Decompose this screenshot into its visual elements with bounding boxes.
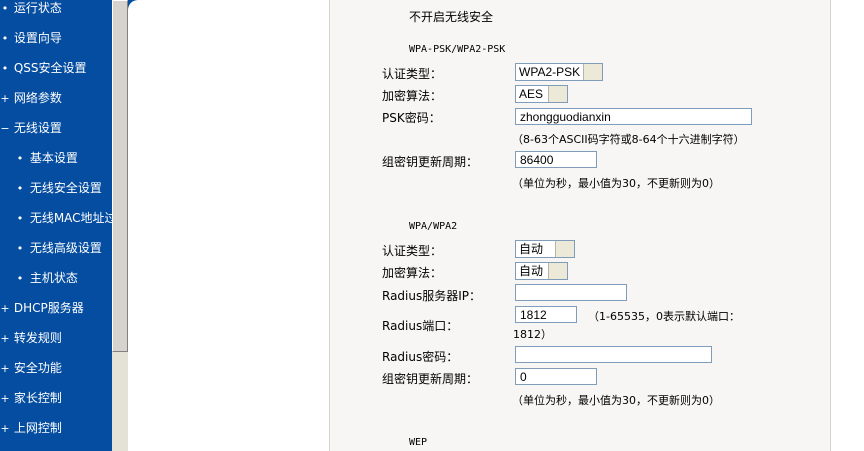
corner-decoration bbox=[128, 0, 138, 10]
sidebar-item-label: 上网控制 bbox=[13, 421, 62, 435]
radius-port-hint: （1-65535，0表示默认端口： bbox=[588, 310, 740, 323]
radius-port-label: Radius端口： bbox=[382, 319, 459, 333]
sidebar-item-dhcp[interactable]: + DHCP服务器 bbox=[0, 293, 84, 323]
wpa-group-key-input[interactable]: 0 bbox=[515, 368, 597, 385]
expand-icon: + bbox=[0, 302, 10, 315]
sidebar-item-label: 无线高级设置 bbox=[29, 241, 102, 255]
collapse-icon: − bbox=[0, 122, 10, 135]
expand-icon: + bbox=[0, 332, 10, 345]
psk-group-key-hint: （单位为秒，最小值为30，不更新则为0） bbox=[512, 177, 720, 190]
sidebar-item-security[interactable]: + 安全功能 bbox=[0, 353, 62, 383]
bullet-icon: • bbox=[1, 62, 9, 75]
sidebar-menu: • 运行状态 • 设置向导 • QSS安全设置 + 网络参数 − 无线设置 • … bbox=[0, 0, 112, 451]
sidebar-item-wireless-advanced[interactable]: • 无线高级设置 bbox=[14, 233, 102, 263]
psk-auth-type-select[interactable]: WPA2-PSK bbox=[515, 63, 603, 81]
select-value: AES bbox=[519, 87, 544, 101]
psk-encryption-select[interactable]: AES bbox=[515, 85, 568, 103]
select-value: WPA2-PSK bbox=[519, 65, 581, 79]
sidebar-item-qss[interactable]: • QSS安全设置 bbox=[0, 53, 87, 83]
sidebar-item-label: 基本设置 bbox=[29, 151, 78, 165]
sidebar-item-wireless-security[interactable]: • 无线安全设置 bbox=[14, 173, 102, 203]
radius-port-input[interactable]: 1812 bbox=[515, 306, 577, 323]
scrollbar-thumb[interactable] bbox=[112, 0, 128, 352]
wpa-section-title: WPA/WPA2 bbox=[409, 221, 458, 232]
wpa-group-key-label: 组密钥更新周期： bbox=[382, 372, 479, 386]
sidebar-item-label: 无线安全设置 bbox=[29, 181, 102, 195]
radius-password-input[interactable] bbox=[515, 346, 712, 363]
radius-port-hint-default: 1812） bbox=[513, 328, 552, 341]
sidebar-item-run-status[interactable]: • 运行状态 bbox=[0, 0, 62, 23]
psk-password-hint: （8-63个ASCII码字符或8-64个十六进制字符） bbox=[512, 133, 745, 146]
dropdown-button[interactable] bbox=[555, 241, 574, 257]
select-value: 自动 bbox=[519, 264, 544, 278]
wpa-encryption-label: 加密算法： bbox=[382, 266, 443, 280]
radius-ip-label: Radius服务器IP： bbox=[382, 289, 482, 303]
wep-section-title: WEP bbox=[409, 437, 428, 448]
sidebar-item-wireless[interactable]: − 无线设置 bbox=[0, 113, 62, 143]
bullet-icon: • bbox=[16, 242, 24, 255]
sidebar-item-label: 主机状态 bbox=[29, 271, 78, 285]
sidebar-item-forwarding[interactable]: + 转发规则 bbox=[0, 323, 62, 353]
content-blank-area bbox=[128, 0, 329, 451]
radius-ip-input[interactable] bbox=[515, 284, 627, 301]
expand-icon: + bbox=[0, 362, 10, 375]
bullet-icon: • bbox=[1, 32, 9, 45]
sidebar-item-label: 设置向导 bbox=[13, 31, 62, 45]
sidebar-item-label: 家长控制 bbox=[13, 391, 62, 405]
radius-password-label: Radius密码： bbox=[382, 350, 459, 364]
sidebar-item-label: DHCP服务器 bbox=[13, 301, 84, 315]
sidebar-item-label: 无线MAC地址过滤 bbox=[29, 211, 112, 225]
wpa-psk-section-title: WPA-PSK/WPA2-PSK bbox=[409, 44, 506, 55]
sidebar-item-setup-wizard[interactable]: • 设置向导 bbox=[0, 23, 62, 53]
sidebar-item-network[interactable]: + 网络参数 bbox=[0, 83, 62, 113]
bullet-icon: • bbox=[16, 212, 24, 225]
sidebar-item-parental-control[interactable]: + 家长控制 bbox=[0, 383, 62, 413]
bullet-icon: • bbox=[16, 182, 24, 195]
dropdown-button[interactable] bbox=[548, 86, 567, 102]
select-value: 自动 bbox=[519, 242, 544, 256]
wpa-auth-type-label: 认证类型： bbox=[382, 244, 443, 258]
sidebar-item-internet-control[interactable]: + 上网控制 bbox=[0, 413, 62, 443]
sidebar-item-label: QSS安全设置 bbox=[13, 61, 87, 75]
sidebar-item-mac-filter[interactable]: • 无线MAC地址过滤 bbox=[14, 203, 112, 233]
sidebar-item-label: 网络参数 bbox=[13, 91, 62, 105]
sidebar-item-label: 安全功能 bbox=[13, 361, 62, 375]
psk-group-key-label: 组密钥更新周期： bbox=[382, 155, 479, 169]
expand-icon: + bbox=[0, 422, 10, 435]
expand-icon: + bbox=[0, 392, 10, 405]
sidebar-item-label: 转发规则 bbox=[13, 331, 62, 345]
bullet-icon: • bbox=[16, 152, 24, 165]
psk-password-label: PSK密码： bbox=[382, 111, 441, 125]
psk-auth-type-label: 认证类型： bbox=[382, 67, 443, 81]
wpa-group-key-hint: （单位为秒，最小值为30，不更新则为0） bbox=[512, 394, 720, 407]
psk-group-key-input[interactable]: 86400 bbox=[515, 151, 597, 168]
sidebar-item-basic-settings[interactable]: • 基本设置 bbox=[14, 143, 78, 173]
dropdown-button[interactable] bbox=[548, 263, 567, 279]
psk-password-input[interactable]: zhongguodianxin bbox=[515, 108, 752, 125]
sidebar-item-label: 无线设置 bbox=[13, 121, 62, 135]
sidebar-item-host-status[interactable]: • 主机状态 bbox=[14, 263, 78, 293]
wpa-encryption-select[interactable]: 自动 bbox=[515, 262, 568, 280]
wpa-auth-type-select[interactable]: 自动 bbox=[515, 240, 575, 258]
expand-icon: + bbox=[0, 92, 10, 105]
sidebar-item-label: 运行状态 bbox=[13, 1, 62, 15]
wireless-security-panel: 不开启无线安全 WPA-PSK/WPA2-PSK 认证类型： WPA2-PSK … bbox=[329, 0, 831, 451]
dropdown-button[interactable] bbox=[583, 64, 602, 80]
no-security-label[interactable]: 不开启无线安全 bbox=[409, 8, 493, 25]
bullet-icon: • bbox=[1, 2, 9, 15]
bullet-icon: • bbox=[16, 272, 24, 285]
psk-encryption-label: 加密算法： bbox=[382, 89, 443, 103]
sidebar-scrollbar[interactable] bbox=[112, 0, 128, 451]
